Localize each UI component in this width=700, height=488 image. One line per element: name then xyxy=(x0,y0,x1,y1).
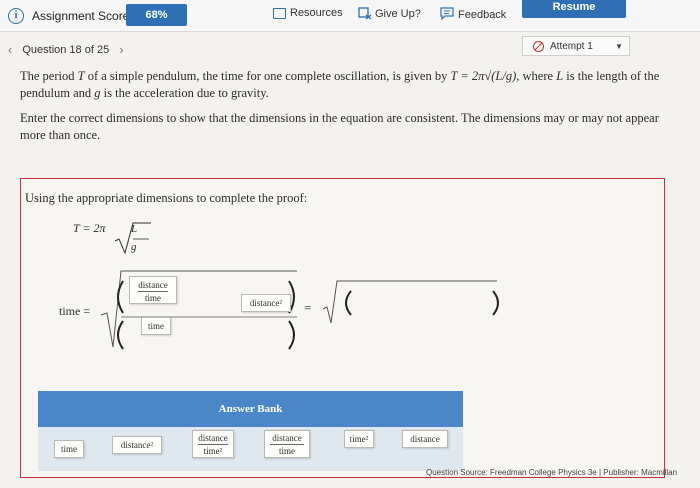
period-formula: T = 2π xyxy=(73,221,106,235)
prev-question-icon[interactable]: ‹ xyxy=(8,42,12,57)
answer-bank-header: Answer Bank xyxy=(38,391,463,427)
bank-item-time[interactable]: time xyxy=(54,440,84,458)
time-equals-label: time = xyxy=(59,304,91,318)
question-nav: ‹ Question 18 of 25 › xyxy=(8,42,124,57)
question-paragraph-1: The period T of a simple pendulum, the t… xyxy=(20,69,660,100)
proof-title: Using the appropriate dimensions to comp… xyxy=(25,191,308,205)
bank-item-time-squared[interactable]: time² xyxy=(344,430,374,448)
question-source: Question Source: Freedman College Physic… xyxy=(426,468,678,477)
answer-bank: Answer Bank xyxy=(38,391,463,471)
attempt-status-icon xyxy=(533,40,544,52)
info-icon[interactable]: i xyxy=(8,8,24,24)
drop-zone-right[interactable]: distance² xyxy=(241,294,291,312)
book-icon xyxy=(273,7,286,19)
resources-label: Resources xyxy=(290,7,343,19)
score-label: Assignment Score: xyxy=(32,9,133,23)
bank-item-distance[interactable]: distance xyxy=(402,430,448,448)
bank-item-distance-over-time[interactable]: distance time xyxy=(264,430,310,458)
feedback-icon xyxy=(440,7,454,23)
score-badge: 68% xyxy=(126,4,187,26)
fraction-numerator: L xyxy=(131,223,138,235)
attempt-dropdown[interactable]: Attempt 1 ▼ xyxy=(522,36,630,56)
give-up-button[interactable]: Give Up? xyxy=(358,7,421,20)
bank-item-distance-squared[interactable]: distance² xyxy=(112,436,162,454)
top-bar: i Assignment Score: 68% Resources Give U… xyxy=(0,0,700,32)
next-question-icon[interactable]: › xyxy=(119,42,123,57)
attempt-label: Attempt 1 xyxy=(550,40,593,52)
drop-zone-numerator[interactable]: distance time xyxy=(129,276,177,304)
resume-button[interactable]: Resume xyxy=(522,0,626,18)
fraction-denominator: g xyxy=(131,241,137,253)
equals-sign: = xyxy=(304,300,312,315)
give-up-icon xyxy=(358,7,372,20)
feedback-label: Feedback xyxy=(458,9,507,21)
resources-button[interactable]: Resources xyxy=(273,7,343,19)
give-up-label: Give Up? xyxy=(375,7,421,20)
question-text: The period T of a simple pendulum, the t… xyxy=(20,68,670,152)
question-counter: Question 18 of 25 xyxy=(22,43,110,56)
bank-item-distance-over-time-squared[interactable]: distance time² xyxy=(192,430,234,458)
drop-zone-denominator[interactable]: time xyxy=(141,317,171,335)
chevron-down-icon: ▼ xyxy=(615,41,623,51)
feedback-button[interactable]: Feedback xyxy=(440,7,506,23)
question-paragraph-2: Enter the correct dimensions to show tha… xyxy=(20,111,659,142)
